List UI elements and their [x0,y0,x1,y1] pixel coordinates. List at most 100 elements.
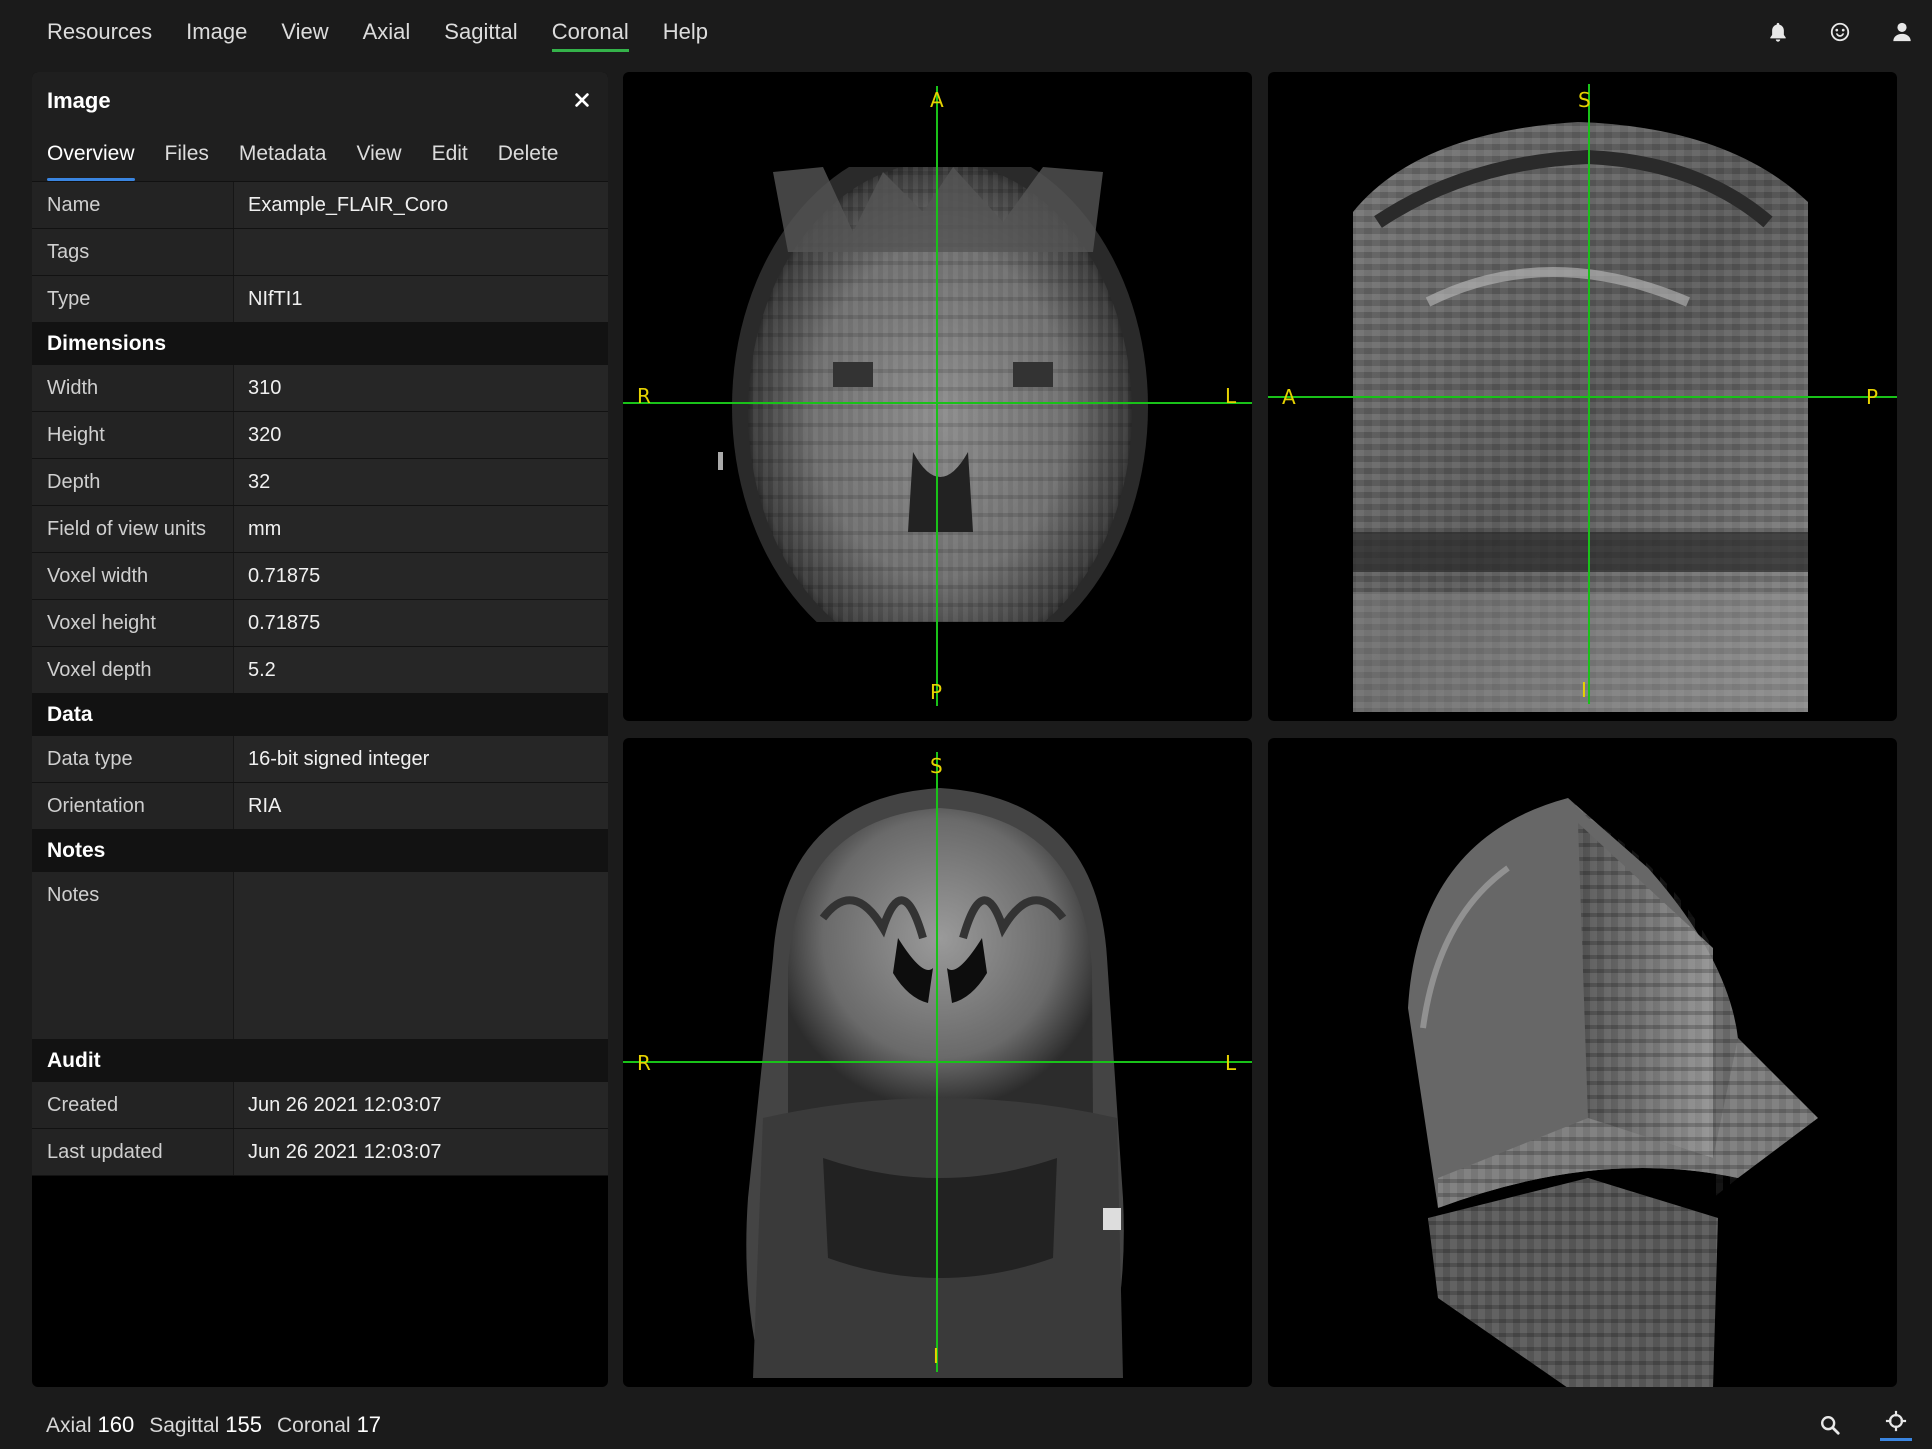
row-orientation: Orientation RIA [32,783,608,830]
orientation-bottom: I [933,1344,939,1368]
orientation-top: S [1578,88,1591,112]
orientation-top: S [930,754,943,778]
panel-title: Image [47,88,111,113]
menu-coronal[interactable]: Coronal [535,0,646,64]
orientation-right: L [1225,384,1237,408]
row-label: Notes [32,872,234,1039]
section-audit: Audit [32,1040,608,1082]
orientation-top: A [930,88,944,112]
crosshair-vertical [1588,84,1590,704]
row-label: Field of view units [32,506,234,552]
name-value[interactable]: Example_FLAIR_Coro [234,182,608,228]
voxel-depth-value: 5.2 [234,647,608,693]
orientation-value: RIA [234,783,608,829]
row-label: Data type [32,736,234,782]
crosshair-icon[interactable] [1880,1409,1912,1441]
row-fov-units: Field of view units mm [32,506,608,553]
panel-header: Image [32,72,608,132]
row-label: Created [32,1082,234,1128]
row-voxel-width: Voxel width 0.71875 [32,553,608,600]
tab-view[interactable]: View [356,132,401,181]
panel-tabs: Overview Files Metadata View Edit Delete [32,132,608,182]
orientation-left: R [637,1051,651,1075]
type-value: NIfTI1 [234,276,608,322]
main-menu: Resources Image View Axial Sagittal Coro… [30,0,725,64]
search-icon[interactable] [1814,1409,1846,1441]
voxel-width-value: 0.71875 [234,553,608,599]
row-voxel-height: Voxel height 0.71875 [32,600,608,647]
status-bar: Axial 160 Sagittal 155 Coronal 17 [0,1400,1932,1449]
depth-value: 32 [234,459,608,505]
sagittal-viewport[interactable]: S I A P [1268,72,1897,721]
close-icon[interactable] [570,88,594,112]
orientation-left: A [1282,385,1296,409]
bell-icon[interactable] [1762,16,1794,48]
row-label: Height [32,412,234,458]
top-menu-bar: Resources Image View Axial Sagittal Coro… [0,0,1932,64]
orientation-bottom: P [930,680,943,704]
row-label: Width [32,365,234,411]
width-value: 310 [234,365,608,411]
orientation-right: L [1225,1051,1237,1075]
notes-value[interactable] [234,872,608,1039]
row-voxel-depth: Voxel depth 5.2 [32,647,608,694]
smiley-icon[interactable] [1824,16,1856,48]
menu-view[interactable]: View [264,0,345,64]
coronal-viewport[interactable]: S I R L [623,738,1252,1387]
user-icon[interactable] [1886,16,1918,48]
row-label: Depth [32,459,234,505]
orientation-right: P [1866,385,1879,409]
menu-image[interactable]: Image [169,0,264,64]
tags-value[interactable] [234,229,608,275]
crosshair-horizontal [1268,396,1897,398]
voxel-height-value: 0.71875 [234,600,608,646]
axial-viewport[interactable]: A P R L [623,72,1252,721]
menu-resources[interactable]: Resources [30,0,169,64]
3d-viewport[interactable] [1268,738,1897,1387]
axial-slice-label: Axial [46,1413,92,1437]
section-data: Data [32,694,608,736]
tab-files[interactable]: Files [165,132,209,181]
tab-overview[interactable]: Overview [47,132,135,181]
section-dimensions: Dimensions [32,323,608,365]
row-label: Type [32,276,234,322]
tab-edit[interactable]: Edit [432,132,468,181]
tab-metadata[interactable]: Metadata [239,132,327,181]
last-updated-value: Jun 26 2021 12:03:07 [234,1129,608,1175]
crosshair-vertical [936,752,938,1372]
menu-sagittal[interactable]: Sagittal [427,0,534,64]
row-label: Voxel depth [32,647,234,693]
orientation-bottom: I [1581,678,1587,702]
coronal-slice-label: Coronal [277,1413,351,1437]
menu-help[interactable]: Help [646,0,725,64]
row-created: Created Jun 26 2021 12:03:07 [32,1082,608,1129]
row-type: Type NIfTI1 [32,276,608,323]
menu-axial[interactable]: Axial [346,0,428,64]
row-label: Last updated [32,1129,234,1175]
crosshair-vertical [936,86,938,706]
sagittal-slice-value: 155 [225,1411,263,1437]
axial-slice-value: 160 [97,1411,135,1437]
sagittal-slice-label: Sagittal [149,1413,220,1437]
fov-units-value: mm [234,506,608,552]
data-type-value: 16-bit signed integer [234,736,608,782]
row-label: Name [32,182,234,228]
orientation-left: R [637,384,651,408]
row-data-type: Data type 16-bit signed integer [32,736,608,783]
created-value: Jun 26 2021 12:03:07 [234,1082,608,1128]
row-label: Voxel height [32,600,234,646]
row-label: Voxel width [32,553,234,599]
tab-delete[interactable]: Delete [498,132,559,181]
coronal-slice-indicator: Coronal 17 [277,1412,381,1438]
3d-render [1408,798,1818,1387]
row-notes: Notes [32,872,608,1040]
section-notes: Notes [32,830,608,872]
image-properties-panel: Image Overview Files Metadata View Edit … [32,72,608,1387]
top-icon-group [1762,0,1918,64]
row-name: Name Example_FLAIR_Coro [32,182,608,229]
row-depth: Depth 32 [32,459,608,506]
row-width: Width 310 [32,365,608,412]
sagittal-slice-indicator: Sagittal 155 [149,1412,262,1438]
row-label: Orientation [32,783,234,829]
row-last-updated: Last updated Jun 26 2021 12:03:07 [32,1129,608,1176]
